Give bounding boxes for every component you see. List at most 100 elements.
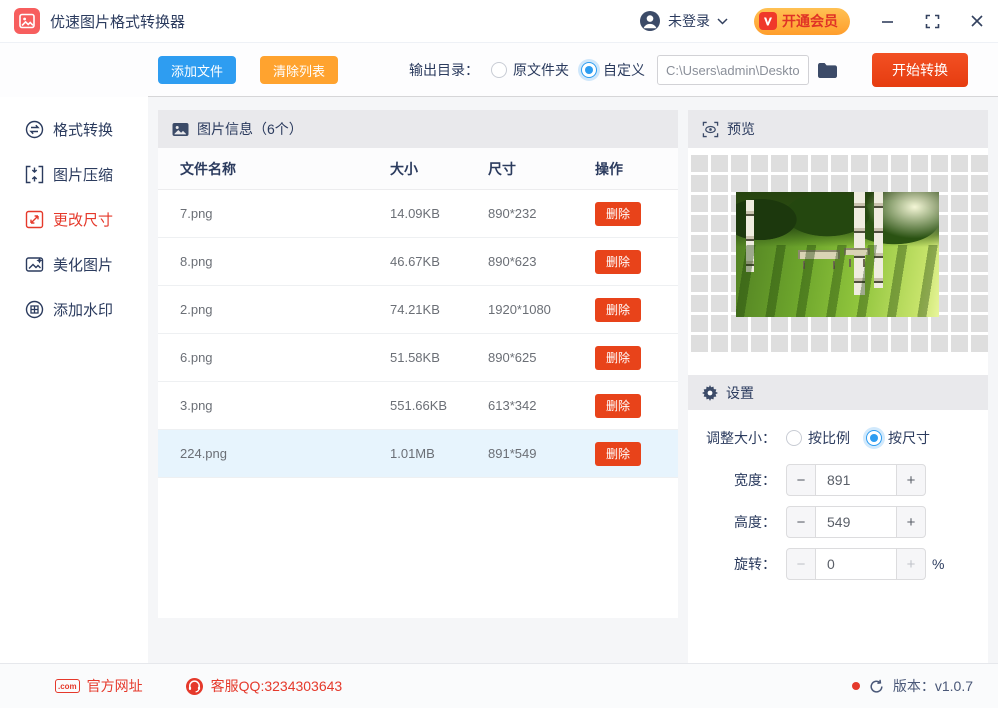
column-filename: 文件名称: [180, 160, 236, 177]
image-list-panel: 图片信息（6个） 文件名称 大小 尺寸 操作 7.png 14.09KB 890…: [158, 110, 678, 618]
radio-custom-folder[interactable]: 自定义: [581, 60, 645, 80]
radio-original-folder-control[interactable]: [491, 62, 507, 78]
sidebar-item-label: 图片压缩: [53, 167, 114, 184]
app-title: 优速图片格式转换器: [50, 13, 186, 31]
check-update-icon[interactable]: [869, 679, 884, 694]
width-label: 宽度：: [734, 472, 776, 488]
radio-custom-folder-control[interactable]: [581, 62, 597, 78]
radio-by-ratio[interactable]: 按比例: [786, 428, 850, 448]
cell-size: 46.67KB: [390, 254, 440, 269]
height-increment-button[interactable]: +: [896, 506, 926, 538]
height-input[interactable]: [816, 506, 896, 538]
cell-filename: 8.png: [180, 254, 213, 269]
height-label: 高度：: [734, 514, 776, 530]
rotate-stepper: − +: [786, 548, 926, 580]
vip-icon: [759, 12, 777, 30]
cell-dimensions: 890*623: [488, 254, 537, 269]
radio-by-ratio-control[interactable]: [786, 430, 802, 446]
sidebar-item-compress[interactable]: 图片压缩: [0, 152, 148, 197]
close-button[interactable]: [970, 14, 984, 28]
resize-mode-label: 调整大小：: [706, 430, 776, 446]
delete-button[interactable]: 删除: [595, 345, 641, 370]
website-com-icon: .com: [55, 679, 80, 693]
login-dropdown[interactable]: 未登录: [639, 10, 728, 32]
table-row[interactable]: 6.png 51.58KB 890*625 删除: [158, 334, 678, 382]
cell-size: 1.01MB: [390, 446, 435, 461]
radio-by-size-control[interactable]: [866, 430, 882, 446]
sidebar-item-label: 添加水印: [53, 302, 114, 319]
clear-list-button[interactable]: 清除列表: [260, 56, 339, 84]
cell-filename: 3.png: [180, 398, 213, 413]
table-row-selected[interactable]: 224.png 1.01MB 891*549 删除: [158, 430, 678, 478]
park-bench: [798, 250, 840, 269]
maximize-button[interactable]: [925, 14, 940, 29]
cell-size: 74.21KB: [390, 302, 440, 317]
cell-size: 14.09KB: [390, 206, 440, 221]
preview-transparency-grid: [688, 155, 988, 355]
delete-button[interactable]: 删除: [595, 393, 641, 418]
table-row[interactable]: 7.png 14.09KB 890*232 删除: [158, 190, 678, 238]
cell-filename: 7.png: [180, 206, 213, 221]
main-content: 图片信息（6个） 文件名称 大小 尺寸 操作 7.png 14.09KB 890…: [148, 97, 998, 663]
width-input[interactable]: [816, 464, 896, 496]
settings-title: 设置: [726, 384, 754, 401]
convert-icon: [25, 120, 44, 139]
settings-header: 设置: [688, 375, 988, 410]
browse-folder-icon[interactable]: [817, 62, 838, 79]
minimize-button[interactable]: [880, 14, 895, 29]
customer-service-headset-icon: [185, 677, 204, 696]
compress-icon: [25, 165, 44, 184]
sidebar-item-beautify[interactable]: 美化图片: [0, 242, 148, 287]
version-label: 版本：v1.0.7: [892, 678, 973, 694]
rotate-increment-button[interactable]: +: [896, 548, 926, 580]
cell-dimensions: 613*342: [488, 398, 537, 413]
watermark-stamp-icon: [25, 300, 44, 319]
image-info-icon: [172, 121, 189, 138]
width-increment-button[interactable]: +: [896, 464, 926, 496]
status-dot: [851, 682, 860, 690]
preview-title: 预览: [727, 121, 755, 137]
title-bar: 优速图片格式转换器 未登录 开通会员: [0, 0, 998, 43]
radio-original-folder[interactable]: 原文件夹: [491, 60, 569, 80]
delete-button[interactable]: 删除: [595, 441, 641, 466]
cell-filename: 224.png: [180, 446, 227, 461]
vip-button-label: 开通会员: [782, 13, 838, 29]
column-dimensions: 尺寸: [488, 160, 516, 177]
delete-button[interactable]: 删除: [595, 249, 641, 274]
add-files-button[interactable]: 添加文件: [158, 56, 237, 84]
toolbar: 添加文件 清除列表 输出目录： 原文件夹 自定义 开始转换: [0, 43, 998, 97]
sidebar-item-label: 更改尺寸: [53, 212, 114, 229]
chevron-down-icon: [717, 17, 728, 25]
app-window: 优速图片格式转换器 未登录 开通会员 添加文件 清除列表 输出目录： 原文件夹 …: [0, 0, 998, 708]
start-convert-button[interactable]: 开始转换: [872, 53, 968, 87]
table-row[interactable]: 2.png 74.21KB 1920*1080 删除: [158, 286, 678, 334]
output-path-input[interactable]: [657, 55, 809, 85]
height-decrement-button[interactable]: −: [786, 506, 816, 538]
column-actions: 操作: [595, 160, 623, 177]
vip-upgrade-button[interactable]: 开通会员: [754, 7, 850, 35]
delete-button[interactable]: 删除: [595, 201, 641, 226]
width-decrement-button[interactable]: −: [786, 464, 816, 496]
preview-image: [736, 192, 939, 317]
sidebar: 格式转换 图片压缩 更改尺寸 美化图片 添加水印: [0, 97, 148, 663]
cell-filename: 6.png: [180, 350, 213, 365]
cell-filename: 2.png: [180, 302, 213, 317]
rotate-input[interactable]: [816, 548, 896, 580]
beautify-image-icon: [25, 255, 44, 274]
app-logo-icon: [14, 8, 40, 34]
sidebar-item-format-convert[interactable]: 格式转换: [0, 107, 148, 152]
sidebar-item-label: 美化图片: [53, 257, 114, 274]
radio-by-size[interactable]: 按尺寸: [866, 428, 930, 448]
table-row[interactable]: 3.png 551.66KB 613*342 删除: [158, 382, 678, 430]
support-qq-link[interactable]: 客服QQ:3234303643: [185, 676, 342, 696]
table-row[interactable]: 8.png 46.67KB 890*623 删除: [158, 238, 678, 286]
sidebar-item-watermark[interactable]: 添加水印: [0, 287, 148, 332]
delete-button[interactable]: 删除: [595, 297, 641, 322]
rotate-decrement-button[interactable]: −: [786, 548, 816, 580]
official-website-link[interactable]: .com 官方网址: [55, 676, 143, 696]
sidebar-item-resize[interactable]: 更改尺寸: [0, 197, 148, 242]
table-column-headers: 文件名称 大小 尺寸 操作: [158, 148, 678, 190]
cell-size: 551.66KB: [390, 398, 448, 413]
login-status-label: 未登录: [668, 13, 710, 29]
cell-dimensions: 890*232: [488, 206, 537, 221]
